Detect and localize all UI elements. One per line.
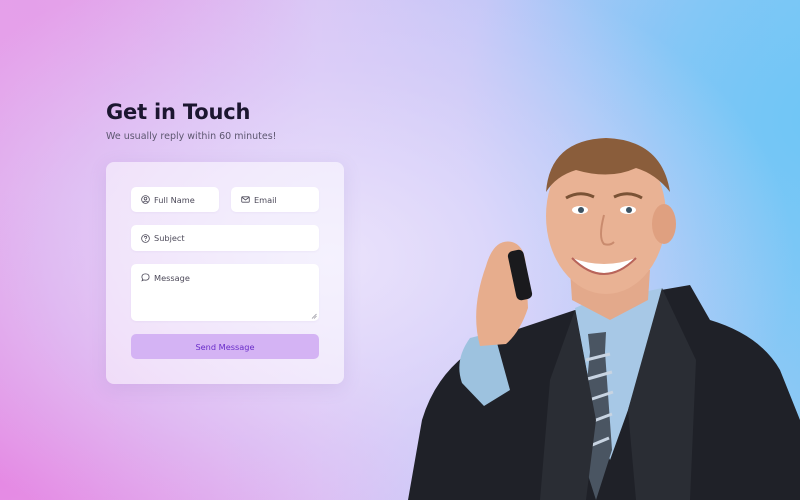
subject-placeholder: Subject xyxy=(154,233,185,243)
question-circle-icon xyxy=(141,233,150,243)
page-subtitle: We usually reply within 60 minutes! xyxy=(106,131,277,142)
email-field[interactable]: Email xyxy=(231,187,319,212)
envelope-icon xyxy=(241,196,250,203)
email-placeholder: Email xyxy=(254,194,277,205)
speech-bubble-icon xyxy=(141,273,150,282)
user-circle-icon xyxy=(141,195,150,204)
contact-form: Full Name Email Subject Message Send Mes… xyxy=(106,162,344,384)
contact-header: Get in Touch We usually reply within 60 … xyxy=(106,100,406,142)
subject-field[interactable]: Subject xyxy=(131,225,319,251)
resize-handle-icon[interactable] xyxy=(311,313,317,319)
message-field[interactable]: Message xyxy=(131,264,319,321)
businessman-image xyxy=(408,138,800,500)
full-name-field[interactable]: Full Name xyxy=(131,187,219,212)
page-title: Get in Touch xyxy=(106,100,251,124)
message-placeholder: Message xyxy=(154,273,190,283)
send-message-button[interactable]: Send Message xyxy=(131,334,319,359)
full-name-placeholder: Full Name xyxy=(154,194,195,205)
